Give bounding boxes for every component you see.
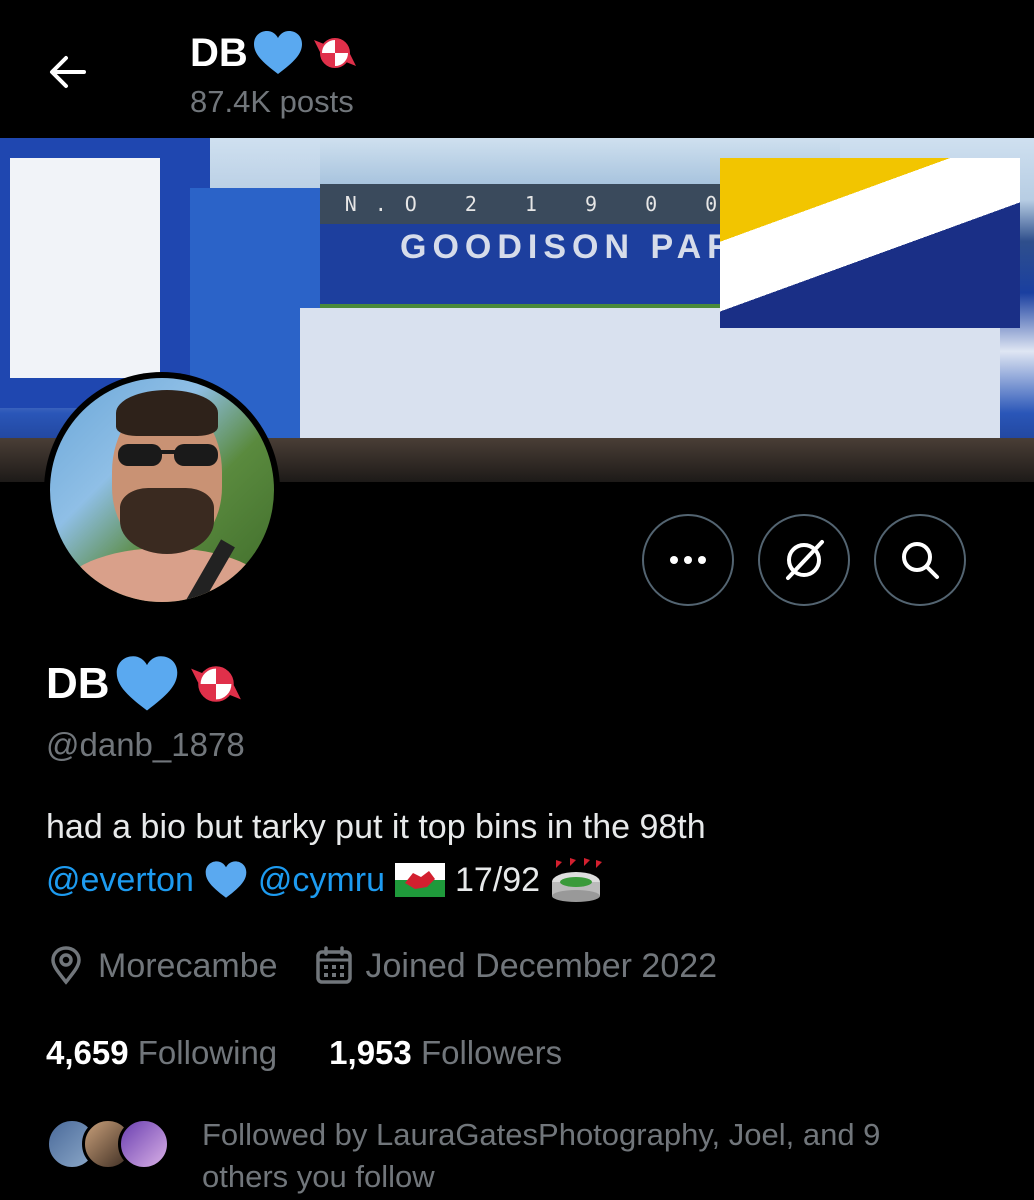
header-name: DB [190,26,362,80]
mention-everton-link[interactable]: @everton [46,861,194,900]
top-bar: DB 87.4K posts [0,0,1034,138]
followed-by-section[interactable]: Followed by LauraGatesPhotography, Joel,… [46,1114,1006,1198]
candy-icon [190,666,241,702]
sunglasses-icon [118,444,218,466]
followers-link[interactable]: 1,953 Followers [329,1034,562,1072]
blue-heart-icon [116,656,177,711]
followed-by-line-2: others you follow [202,1159,435,1194]
follow-counts: 4,659 Following 1,953 Followers [46,1034,562,1072]
profile-avatar[interactable] [44,372,280,608]
header-name-text: DB [190,30,248,75]
banner-crowd-text: GOODISON PARK [400,228,769,266]
back-arrow-icon[interactable] [44,48,92,96]
profile-name-text: DB [46,659,110,708]
avatar-beard [120,488,214,554]
followed-by-avatars [46,1114,172,1174]
search-icon [902,542,939,579]
joined-text: Joined December 2022 [365,946,718,985]
followed-by-line-1: Followed by LauraGatesPhotography, Joel,… [202,1117,881,1152]
avatar [118,1118,170,1170]
banner-flag-left-inner [10,158,160,378]
blue-heart-icon [253,31,302,74]
following-count: 4,659 [46,1034,129,1071]
grok-button[interactable] [758,514,850,606]
blue-heart-icon [205,861,247,898]
candy-icon [313,38,356,68]
followed-by-text: Followed by LauraGatesPhotography, Joel,… [202,1114,880,1198]
banner-flag-left [0,138,210,408]
more-button[interactable] [642,514,734,606]
banner-flag-right [720,158,1020,328]
followers-label: Followers [420,1034,563,1071]
location-pin-icon [51,946,81,985]
avatar-hair [116,390,218,436]
followers-count: 1,953 [329,1034,412,1071]
avatar-shoulders [60,548,270,602]
mention-cymru-link[interactable]: @cymru [258,861,385,900]
location-text: Morecambe [98,946,278,985]
bio-text: had a bio but tarky put it top bins in t… [46,808,706,846]
bio-suffix: 17/92 [455,860,541,899]
location-item: Morecambe [46,946,278,986]
profile-meta: Morecambe Joined December 2022 [46,946,753,986]
more-dots-icon [670,556,706,564]
wales-flag-icon [395,863,445,897]
profile-name: DB [46,652,248,716]
avatar-photo [50,378,274,602]
following-link[interactable]: 4,659 Following [46,1034,277,1072]
profile-handle: @danb_1878 [46,726,245,763]
search-button[interactable] [874,514,966,606]
stadium-icon [552,858,603,902]
joined-item: Joined December 2022 [314,946,718,986]
header-posts-count: 87.4K posts [190,84,354,119]
bio-line-2: @everton @cymru 17/92 [46,858,603,902]
grok-icon [786,540,824,580]
calendar-icon [315,946,352,984]
following-label: Following [137,1034,278,1071]
